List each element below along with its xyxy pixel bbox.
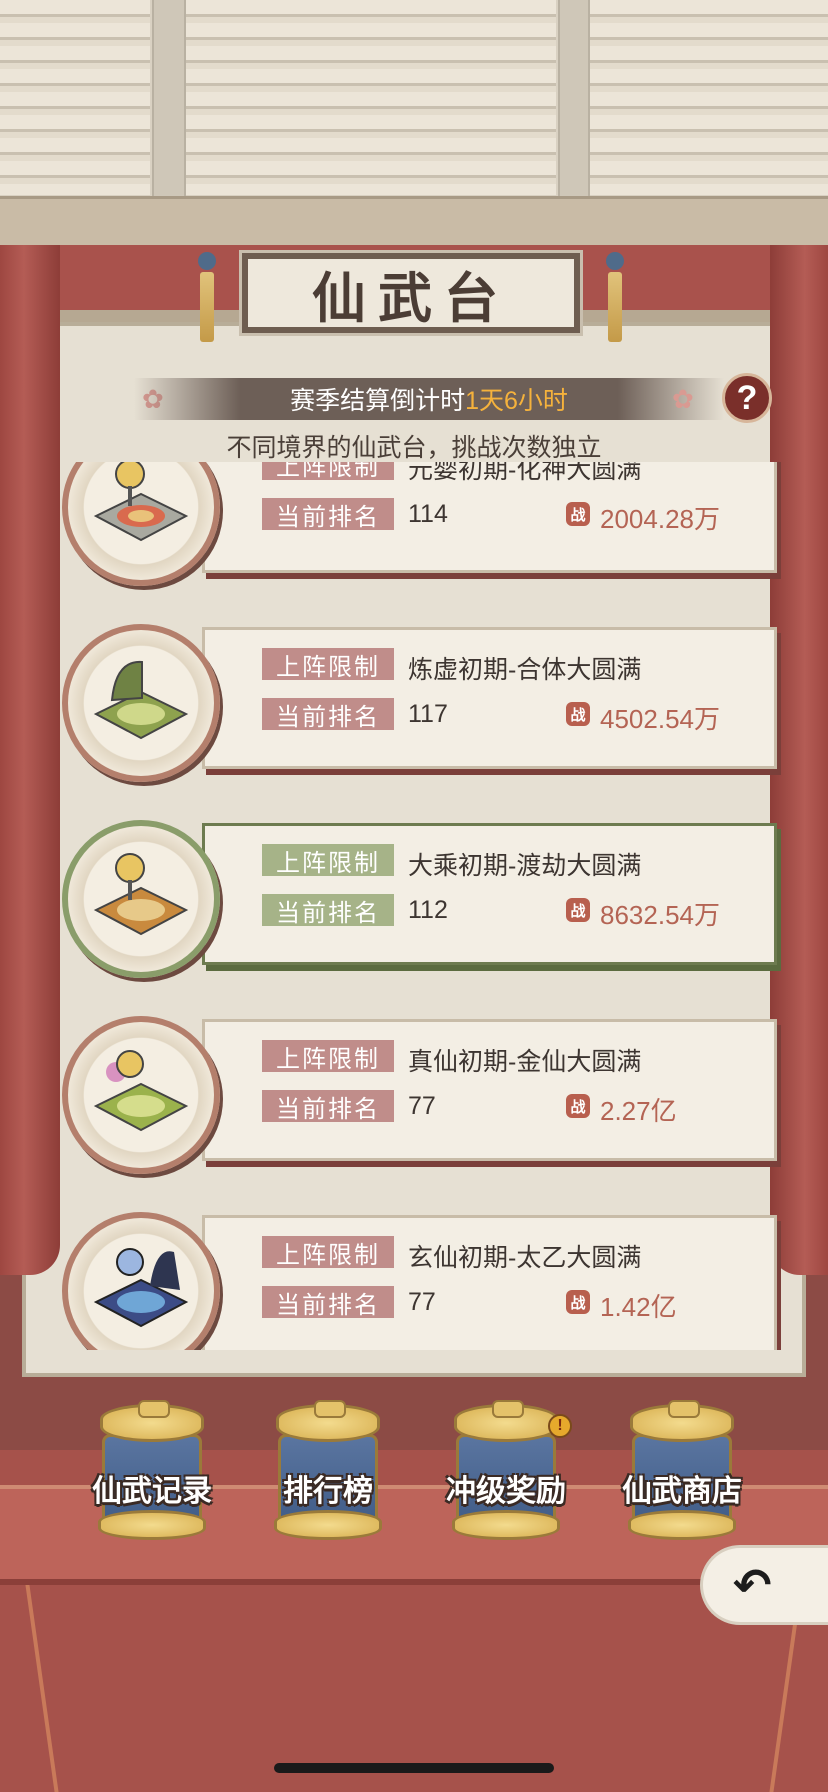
power-value: 2004.28万	[600, 504, 720, 534]
limit-tag: 上阵限制	[262, 844, 394, 877]
power-value: 4502.54万	[600, 704, 720, 734]
leaderboard-button-label: 排行榜	[283, 1475, 373, 1508]
pillar	[152, 0, 186, 200]
realm-limit: 元婴初期-化神大圆满	[408, 462, 642, 484]
arena-stage-icon	[93, 660, 189, 740]
arena-stage-icon	[93, 853, 189, 936]
page-title: 仙武台	[312, 265, 510, 330]
tassel-icon	[606, 252, 624, 352]
arena-card[interactable]: 上阵限制 炼虚初期-合体大圆满 当前排名 117 战 4502.54万	[62, 624, 784, 789]
pillar	[558, 0, 590, 200]
alert-badge-icon: !	[548, 1414, 572, 1438]
home-indicator[interactable]	[274, 1763, 554, 1773]
current-rank: 117	[408, 700, 448, 728]
power-value: 8632.54万	[600, 900, 720, 930]
arena-stage-icon	[93, 1050, 189, 1132]
flower-icon: ✿	[672, 384, 694, 414]
limit-tag: 上阵限制	[262, 1236, 394, 1269]
subtitle-text: 不同境界的仙武台，挑战次数独立	[226, 434, 602, 462]
arena-emblem	[62, 624, 220, 782]
back-button[interactable]: ↶	[700, 1545, 828, 1625]
limit-tag: 上阵限制	[262, 1040, 394, 1073]
shop-button-label: 仙武商店	[622, 1475, 742, 1508]
realm-limit: 大乘初期-渡劫大圆满	[408, 852, 642, 880]
arena-emblem	[62, 462, 220, 586]
current-rank: 114	[408, 500, 448, 528]
rank-tag: 当前排名	[262, 698, 394, 731]
power-icon: 战	[566, 1094, 590, 1118]
current-rank: 112	[408, 896, 448, 924]
arena-card[interactable]: 上阵限制 元婴初期-化神大圆满 当前排名 114 战 2004.28万	[62, 462, 784, 593]
power-value: 2.27亿	[600, 1096, 677, 1126]
countdown-label: 赛季结算倒计时	[290, 387, 466, 415]
rank-tag: 当前排名	[262, 894, 394, 927]
leaderboard-button[interactable]: 排行榜	[270, 1400, 386, 1550]
power-value: 1.42亿	[600, 1292, 677, 1322]
shutter-panel	[0, 0, 150, 195]
title-plaque: 仙武台	[239, 250, 583, 336]
rank-tag: 当前排名	[262, 498, 394, 531]
arena-card[interactable]: 上阵限制 真仙初期-金仙大圆满 当前排名 77 战 2.27亿	[62, 1016, 784, 1181]
rank-tag: 当前排名	[262, 1286, 394, 1319]
arena-emblem	[62, 1016, 220, 1174]
power-icon: 战	[566, 502, 590, 526]
current-rank: 77	[408, 1288, 436, 1316]
help-button[interactable]: ?	[722, 373, 772, 423]
countdown-time: 1天6小时	[465, 387, 568, 415]
arena-card[interactable]: 上阵限制 大乘初期-渡劫大圆满 当前排名 112 战 8632.54万	[62, 820, 784, 985]
arena-stage-icon	[93, 1248, 189, 1328]
shutter-panel	[186, 0, 556, 195]
record-button[interactable]: 仙武记录	[92, 1400, 212, 1550]
shutter-panel	[590, 0, 828, 195]
level-reward-button-label: 冲级奖励	[446, 1475, 566, 1508]
level-reward-button[interactable]: ! 冲级奖励	[446, 1400, 572, 1550]
shop-button[interactable]: 仙武商店	[622, 1400, 742, 1550]
arena-emblem	[62, 820, 220, 978]
limit-tag: 上阵限制	[262, 462, 394, 481]
arena-card[interactable]: 上阵限制 玄仙初期-太乙大圆满 当前排名 77 战 1.42亿	[62, 1212, 784, 1350]
record-button-label: 仙武记录	[92, 1475, 212, 1508]
realm-limit: 玄仙初期-太乙大圆满	[408, 1244, 642, 1272]
current-rank: 77	[408, 1092, 436, 1120]
arena-stage-icon	[93, 462, 189, 542]
realm-limit: 真仙初期-金仙大圆满	[408, 1048, 642, 1076]
back-arrow-icon: ↶	[733, 1559, 772, 1611]
power-icon: 战	[566, 898, 590, 922]
limit-tag: 上阵限制	[262, 648, 394, 681]
window-shutters	[0, 0, 828, 205]
power-icon: 战	[566, 1290, 590, 1314]
power-icon: 战	[566, 702, 590, 726]
realm-limit: 炼虚初期-合体大圆满	[408, 656, 642, 684]
arena-emblem	[62, 1212, 220, 1350]
rank-tag: 当前排名	[262, 1090, 394, 1123]
tassel-icon	[198, 252, 216, 352]
season-countdown: 赛季结算倒计时 1天6小时	[134, 378, 724, 420]
arena-list[interactable]: 上阵限制 元婴初期-化神大圆满 当前排名 114 战 2004.28万 上阵限制…	[22, 462, 806, 1350]
